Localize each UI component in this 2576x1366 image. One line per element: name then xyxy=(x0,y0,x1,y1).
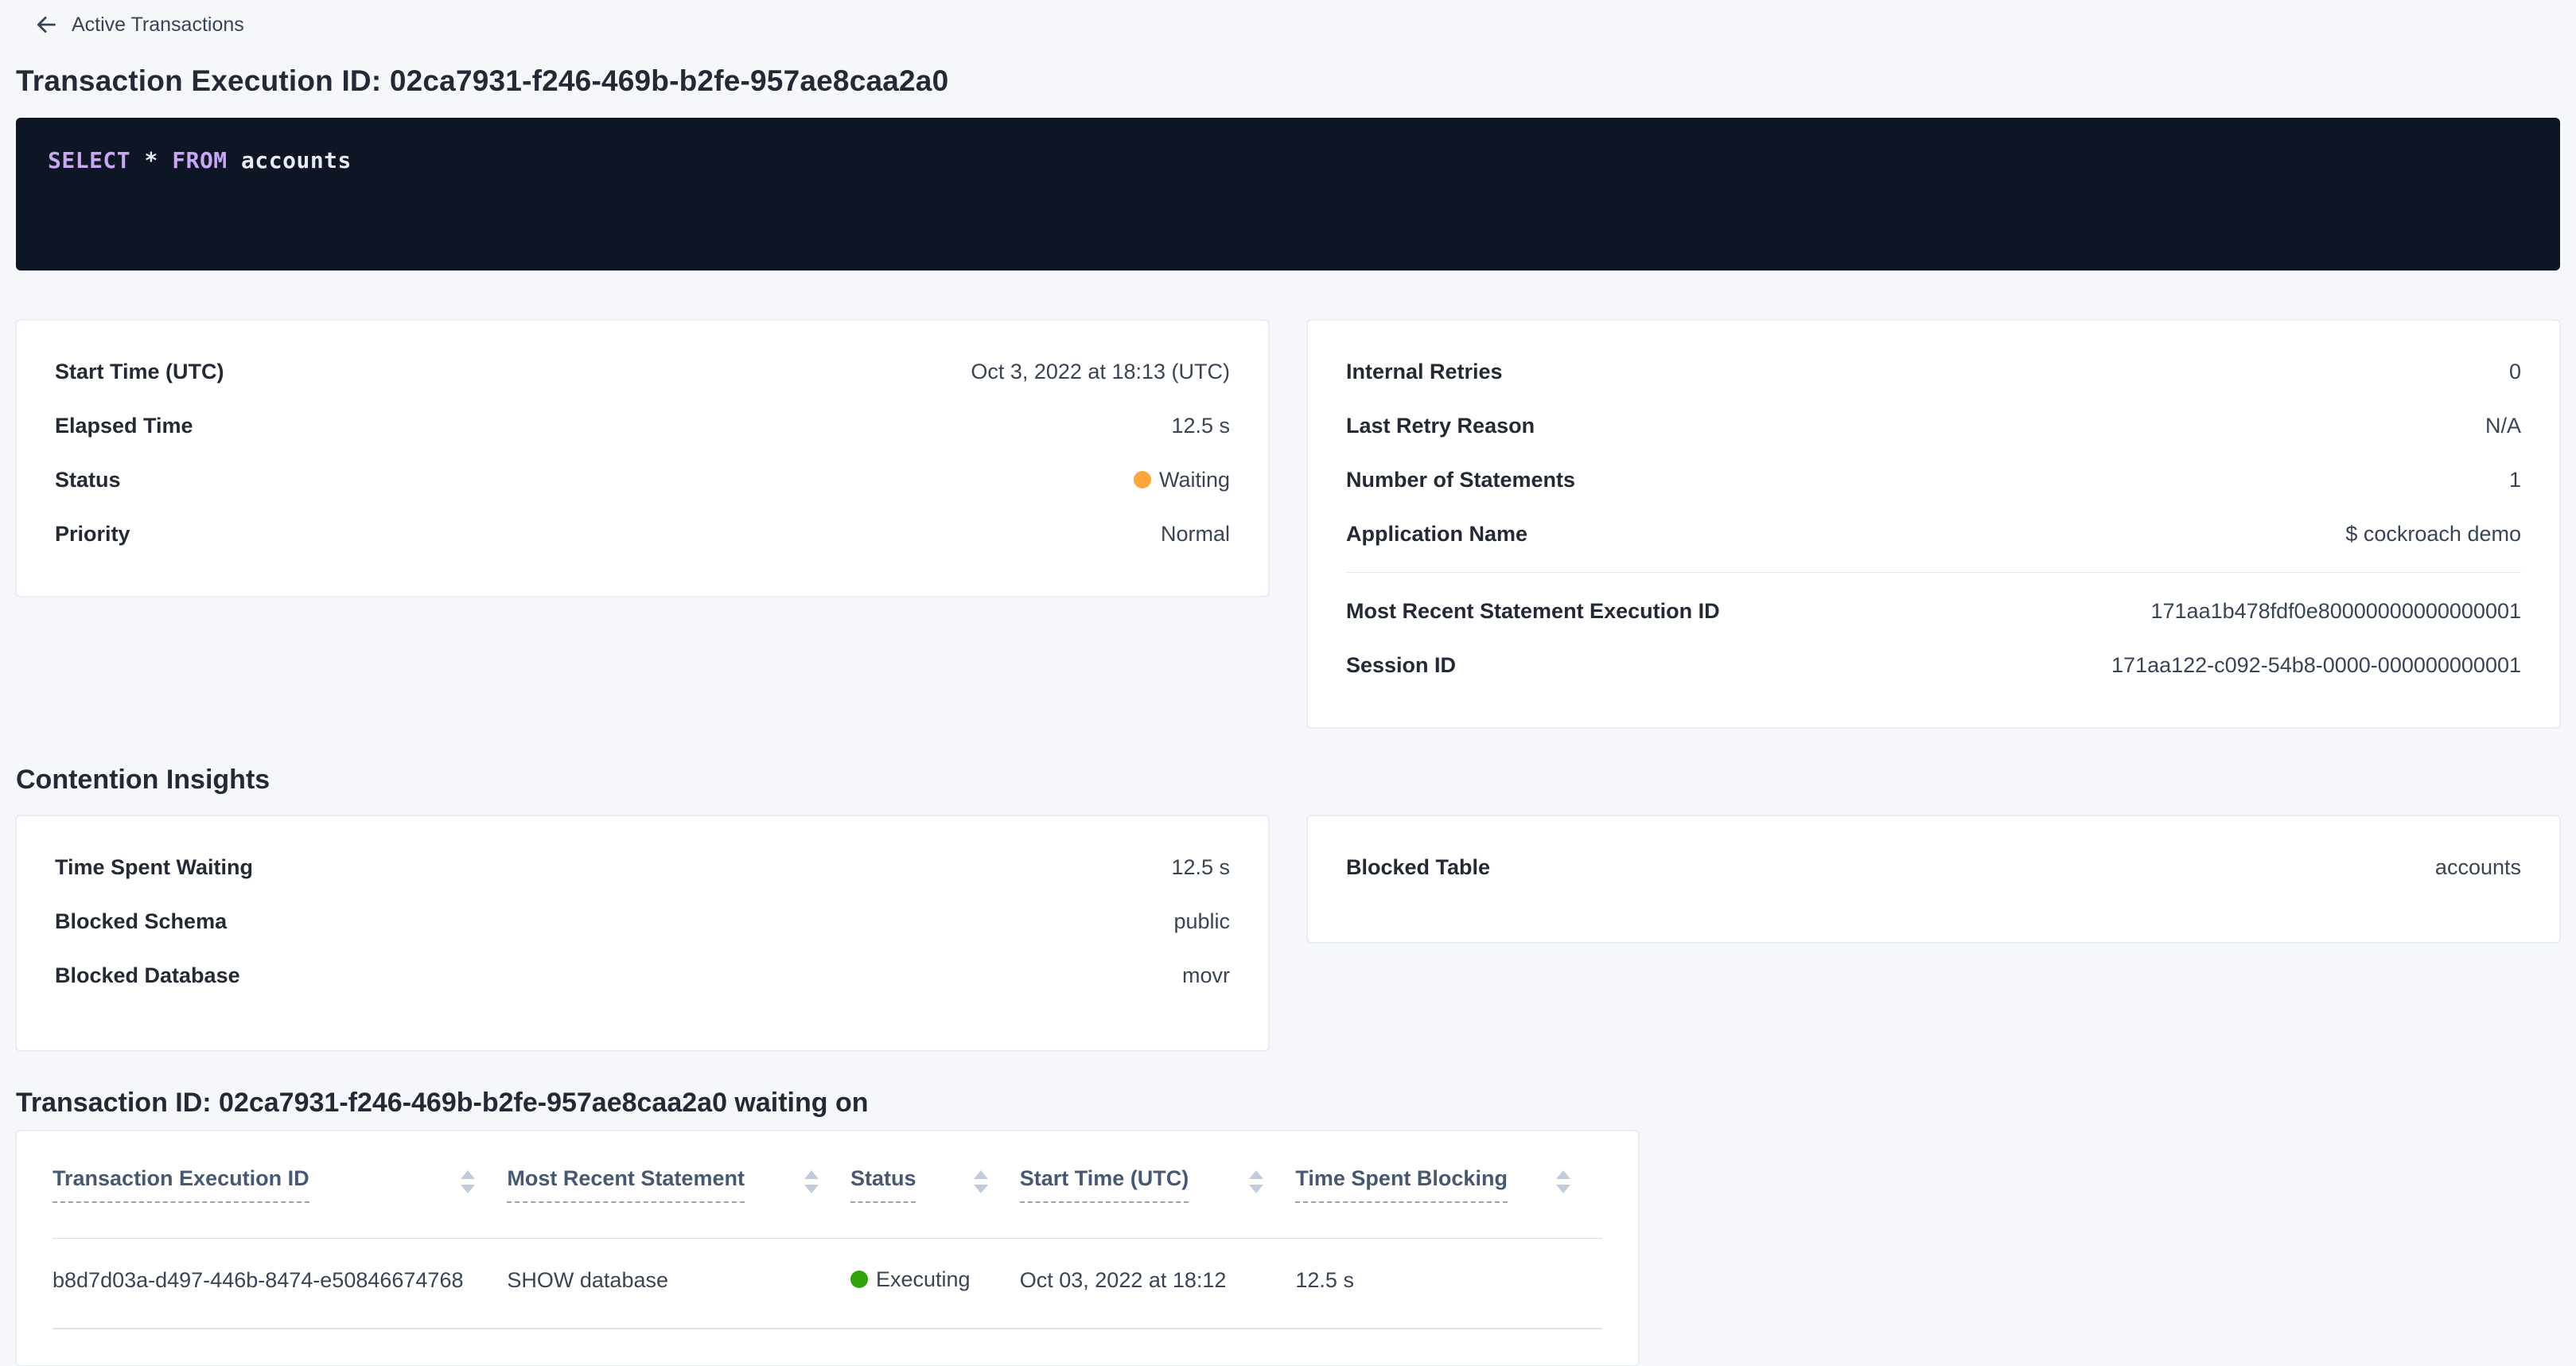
summary-row-elapsed-time: Elapsed Time 12.5 s xyxy=(55,399,1230,453)
back-link-active-transactions[interactable]: Active Transactions xyxy=(35,11,244,38)
details-row-last-retry-reason: Last Retry Reason N/A xyxy=(1346,399,2521,453)
last-retry-reason-label: Last Retry Reason xyxy=(1346,412,1535,439)
arrow-left-icon xyxy=(35,14,57,36)
blocked-schema-label: Blocked Schema xyxy=(55,908,227,935)
column-header-start-time[interactable]: Start Time (UTC) xyxy=(1020,1165,1296,1203)
column-header-label: Most Recent Statement xyxy=(507,1165,745,1203)
blocked-database-label: Blocked Database xyxy=(55,962,240,989)
cell-most-recent-statement: SHOW database xyxy=(507,1267,850,1294)
contention-row-time-spent-waiting: Time Spent Waiting 12.5 s xyxy=(55,840,1230,894)
page-title: Transaction Execution ID: 02ca7931-f246-… xyxy=(16,64,2560,99)
start-time-label: Start Time (UTC) xyxy=(55,358,224,385)
column-header-status[interactable]: Status xyxy=(850,1165,1020,1203)
status-executing-dot-icon xyxy=(850,1271,868,1288)
column-header-most-recent-statement[interactable]: Most Recent Statement xyxy=(507,1165,850,1203)
waiting-on-table-header: Transaction Execution ID Most Recent Sta… xyxy=(53,1165,1602,1239)
summary-row-priority: Priority Normal xyxy=(55,507,1230,561)
details-row-application-name: Application Name $ cockroach demo xyxy=(1346,507,2521,561)
contention-cards-row: Time Spent Waiting 12.5 s Blocked Schema… xyxy=(16,815,2560,1051)
column-header-label: Start Time (UTC) xyxy=(1020,1165,1189,1203)
number-of-statements-value: 1 xyxy=(2509,466,2521,493)
summary-cards-row: Start Time (UTC) Oct 3, 2022 at 18:13 (U… xyxy=(16,320,2560,728)
summary-row-start-time: Start Time (UTC) Oct 3, 2022 at 18:13 (U… xyxy=(55,344,1230,399)
blocked-table-value: accounts xyxy=(2435,854,2521,881)
last-retry-reason-value: N/A xyxy=(2485,412,2521,439)
page-content: Active Transactions Transaction Executio… xyxy=(0,0,2576,1366)
contention-row-blocked-database: Blocked Database movr xyxy=(55,948,1230,1002)
contention-row-blocked-table: Blocked Table accounts xyxy=(1346,840,2521,894)
contention-blocked-table-card: Blocked Table accounts xyxy=(1307,815,2560,943)
waiting-on-table-card: Transaction Execution ID Most Recent Sta… xyxy=(16,1131,1639,1366)
cell-transaction-execution-id: b8d7d03a-d497-446b-8474-e50846674768 xyxy=(53,1267,507,1294)
details-row-most-recent-statement-id: Most Recent Statement Execution ID 171aa… xyxy=(1346,584,2521,638)
start-time-value: Oct 3, 2022 at 18:13 (UTC) xyxy=(971,358,1230,385)
priority-value: Normal xyxy=(1161,520,1230,547)
cell-start-time: Oct 03, 2022 at 18:12 xyxy=(1020,1267,1296,1294)
details-row-session-id: Session ID 171aa122-c092-54b8-0000-00000… xyxy=(1346,638,2521,692)
back-link-label: Active Transactions xyxy=(72,11,244,38)
priority-label: Priority xyxy=(55,520,130,547)
application-name-value: $ cockroach demo xyxy=(2345,520,2521,547)
session-id-link[interactable]: 171aa122-c092-54b8-0000-000000000001 xyxy=(2111,652,2521,679)
column-header-label: Transaction Execution ID xyxy=(53,1165,309,1203)
sort-icon xyxy=(974,1170,988,1193)
transaction-summary-card: Start Time (UTC) Oct 3, 2022 at 18:13 (U… xyxy=(16,320,1269,597)
card-divider xyxy=(1346,572,2521,573)
sql-keyword-select: SELECT xyxy=(48,147,130,173)
sort-icon xyxy=(1556,1170,1570,1193)
internal-retries-label: Internal Retries xyxy=(1346,358,1503,385)
cell-status: Executing xyxy=(850,1266,1020,1294)
sort-icon xyxy=(804,1170,819,1193)
most-recent-statement-id-link[interactable]: 171aa1b478fdf0e80000000000000001 xyxy=(2151,597,2522,625)
column-header-transaction-execution-id[interactable]: Transaction Execution ID xyxy=(53,1165,507,1203)
sql-statement-box: SELECT * FROM accounts xyxy=(16,118,2560,270)
column-header-time-spent-blocking[interactable]: Time Spent Blocking xyxy=(1295,1165,1602,1203)
waiting-on-heading: Transaction ID: 02ca7931-f246-469b-b2fe-… xyxy=(16,1086,2560,1119)
status-waiting-text: Waiting xyxy=(1159,466,1230,493)
column-header-label: Time Spent Blocking xyxy=(1295,1165,1508,1203)
column-header-label: Status xyxy=(850,1165,916,1203)
cell-time-spent-blocking: 12.5 s xyxy=(1295,1267,1602,1294)
status-label: Status xyxy=(55,466,121,493)
summary-row-status: Status Waiting xyxy=(55,453,1230,507)
contention-row-blocked-schema: Blocked Schema public xyxy=(55,894,1230,948)
status-executing-text: Executing xyxy=(876,1266,971,1293)
internal-retries-value: 0 xyxy=(2509,358,2521,385)
application-name-label: Application Name xyxy=(1346,520,1527,547)
status-value: Waiting xyxy=(1134,466,1230,493)
most-recent-statement-id-label: Most Recent Statement Execution ID xyxy=(1346,597,1720,625)
number-of-statements-label: Number of Statements xyxy=(1346,466,1575,493)
table-row: b8d7d03a-d497-446b-8474-e50846674768 SHO… xyxy=(53,1239,1602,1329)
session-id-label: Session ID xyxy=(1346,652,1456,679)
sort-icon xyxy=(461,1170,475,1193)
blocked-database-value: movr xyxy=(1182,962,1230,989)
transaction-details-card: Internal Retries 0 Last Retry Reason N/A… xyxy=(1307,320,2560,728)
details-row-internal-retries: Internal Retries 0 xyxy=(1346,344,2521,399)
details-row-number-of-statements: Number of Statements 1 xyxy=(1346,453,2521,507)
blocked-table-label: Blocked Table xyxy=(1346,854,1490,881)
sql-star: * xyxy=(145,147,158,173)
sql-table-name: accounts xyxy=(241,147,352,173)
sort-icon xyxy=(1249,1170,1263,1193)
time-spent-waiting-label: Time Spent Waiting xyxy=(55,854,253,881)
contention-waiting-card: Time Spent Waiting 12.5 s Blocked Schema… xyxy=(16,815,1269,1051)
status-waiting-dot-icon xyxy=(1134,471,1151,488)
elapsed-time-label: Elapsed Time xyxy=(55,412,193,439)
blocked-schema-value: public xyxy=(1173,908,1230,935)
contention-insights-heading: Contention Insights xyxy=(16,763,2560,796)
sql-keyword-from: FROM xyxy=(172,147,227,173)
elapsed-time-value: 12.5 s xyxy=(1171,412,1230,439)
time-spent-waiting-value: 12.5 s xyxy=(1171,854,1230,881)
